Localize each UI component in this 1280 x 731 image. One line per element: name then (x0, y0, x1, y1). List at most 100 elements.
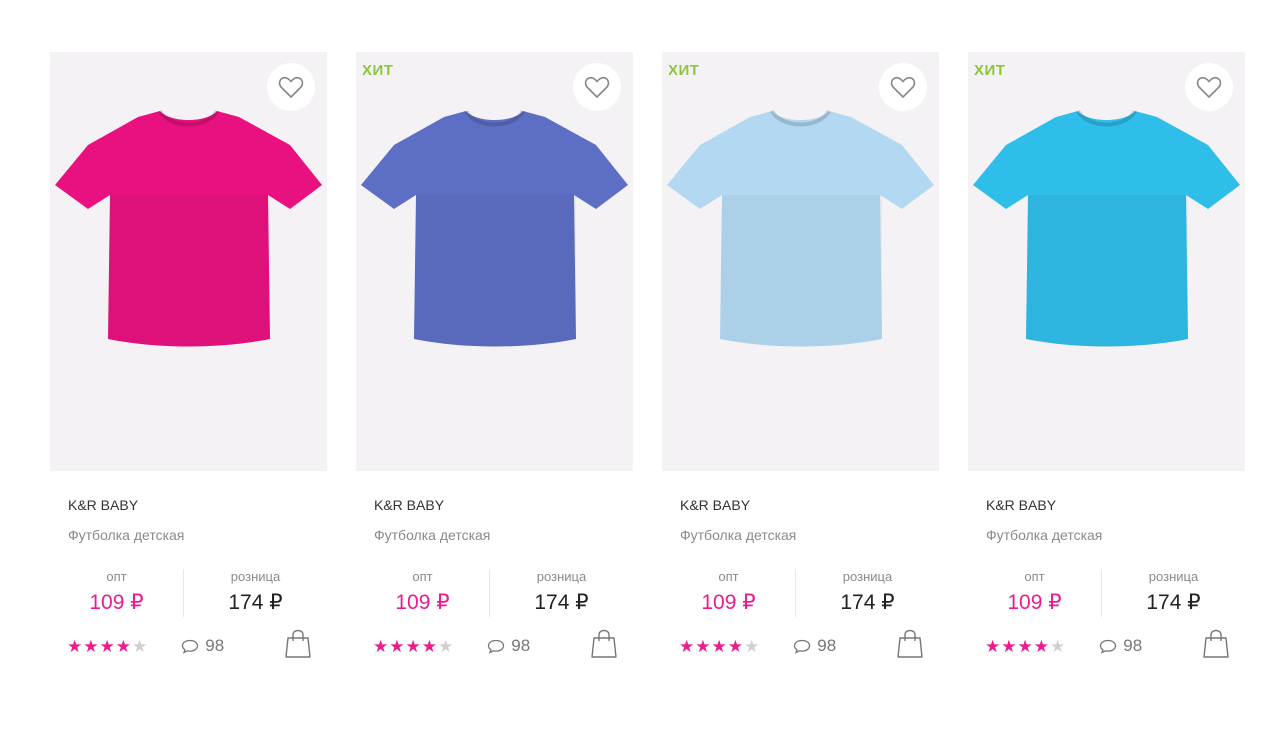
tshirt-image (361, 109, 628, 347)
star-filled-icon: ★ (985, 636, 1001, 656)
product-card[interactable]: ХИТ K&R BABY Футболка детская опт 109 ₽ … (968, 52, 1245, 661)
retail-label: розница (230, 569, 281, 584)
star-filled-icon: ★ (711, 636, 727, 656)
star-filled-icon: ★ (1001, 636, 1017, 656)
speech-bubble-icon (1100, 639, 1117, 654)
star-filled-icon: ★ (99, 636, 115, 656)
product-card[interactable]: K&R BABY Футболка детская опт 109 ₽ розн… (50, 52, 327, 661)
product-image-box[interactable]: ХИТ (356, 52, 633, 471)
product-image-box[interactable]: ХИТ (662, 52, 939, 471)
retail-price: 174 ₽ (840, 591, 895, 614)
tshirt-shade (414, 195, 576, 347)
wholesale-price: 109 ₽ (89, 591, 144, 614)
star-empty-icon: ★ (132, 636, 148, 656)
hit-badge: ХИТ (668, 62, 700, 79)
price-block: опт 109 ₽ розница 174 ₽ (968, 569, 1245, 617)
comments-count: 98 (1123, 636, 1143, 655)
speech-bubble-icon (182, 639, 199, 654)
retail-price-column: розница 174 ₽ (796, 569, 939, 617)
star-filled-icon: ★ (695, 636, 711, 656)
tshirt-shade (720, 195, 882, 347)
star-filled-icon: ★ (1033, 636, 1049, 656)
star-filled-icon: ★ (389, 636, 405, 656)
product-image-box[interactable]: ХИТ (968, 52, 1245, 471)
comments-count: 98 (511, 636, 531, 655)
star-filled-icon: ★ (405, 636, 421, 656)
card-footer: ★ ★ ★ ★ ★ 98 (968, 629, 1245, 664)
product-image-box[interactable] (50, 52, 327, 471)
wholesale-price: 109 ₽ (395, 591, 450, 614)
retail-price: 174 ₽ (534, 591, 589, 614)
heart-icon (278, 76, 304, 98)
shopping-bag-icon (591, 629, 617, 658)
heart-icon (1196, 76, 1222, 98)
retail-price: 174 ₽ (1146, 591, 1201, 614)
card-footer: ★ ★ ★ ★ ★ 98 (356, 629, 633, 664)
add-to-cart-button[interactable] (591, 629, 617, 664)
product-name[interactable]: Футболка детская (374, 527, 633, 543)
star-filled-icon: ★ (1017, 636, 1033, 656)
add-to-cart-button[interactable] (1203, 629, 1229, 664)
favorite-button[interactable] (1185, 63, 1233, 111)
rating-stars: ★ ★ ★ ★ ★ (985, 638, 1065, 655)
card-footer: ★ ★ ★ ★ ★ 98 (662, 629, 939, 664)
favorite-button[interactable] (879, 63, 927, 111)
add-to-cart-button[interactable] (285, 629, 311, 664)
favorite-button[interactable] (573, 63, 621, 111)
comments-count: 98 (817, 636, 837, 655)
star-filled-icon: ★ (727, 636, 743, 656)
comments-link[interactable]: 98 (1099, 636, 1142, 656)
star-filled-icon: ★ (115, 636, 131, 656)
product-brand[interactable]: K&R BABY (986, 497, 1245, 513)
product-name[interactable]: Футболка детская (680, 527, 939, 543)
wholesale-price-column: опт 109 ₽ (662, 569, 796, 617)
product-card[interactable]: ХИТ K&R BABY Футболка детская опт 109 ₽ … (356, 52, 633, 661)
wholesale-label: опт (412, 569, 433, 584)
star-filled-icon: ★ (679, 636, 695, 656)
hit-badge: ХИТ (362, 62, 394, 79)
star-empty-icon: ★ (1050, 636, 1066, 656)
retail-price: 174 ₽ (228, 591, 283, 614)
retail-price-column: розница 174 ₽ (490, 569, 633, 617)
wholesale-label: опт (106, 569, 127, 584)
wholesale-label: опт (718, 569, 739, 584)
retail-label: розница (842, 569, 893, 584)
rating-stars: ★ ★ ★ ★ ★ (373, 638, 453, 655)
speech-bubble-icon (488, 639, 505, 654)
hit-badge: ХИТ (974, 62, 1006, 79)
retail-price-column: розница 174 ₽ (1102, 569, 1245, 617)
price-block: опт 109 ₽ розница 174 ₽ (50, 569, 327, 617)
product-grid: K&R BABY Футболка детская опт 109 ₽ розн… (50, 52, 1245, 661)
shopping-bag-icon (897, 629, 923, 658)
comments-link[interactable]: 98 (793, 636, 836, 656)
retail-price-column: розница 174 ₽ (184, 569, 327, 617)
shopping-bag-icon (285, 629, 311, 658)
heart-icon (890, 76, 916, 98)
star-filled-icon: ★ (373, 636, 389, 656)
heart-icon (584, 76, 610, 98)
wholesale-price: 109 ₽ (701, 591, 756, 614)
product-card[interactable]: ХИТ K&R BABY Футболка детская опт 109 ₽ … (662, 52, 939, 661)
tshirt-shade (108, 195, 270, 347)
product-name[interactable]: Футболка детская (68, 527, 327, 543)
add-to-cart-button[interactable] (897, 629, 923, 664)
wholesale-label: опт (1024, 569, 1045, 584)
comments-link[interactable]: 98 (487, 636, 530, 656)
product-brand[interactable]: K&R BABY (680, 497, 939, 513)
comments-link[interactable]: 98 (181, 636, 224, 656)
rating-stars: ★ ★ ★ ★ ★ (679, 638, 759, 655)
favorite-button[interactable] (267, 63, 315, 111)
speech-bubble-icon (794, 639, 811, 654)
wholesale-price-column: опт 109 ₽ (50, 569, 184, 617)
wholesale-price: 109 ₽ (1007, 591, 1062, 614)
product-brand[interactable]: K&R BABY (68, 497, 327, 513)
star-filled-icon: ★ (421, 636, 437, 656)
tshirt-image (55, 109, 322, 347)
comments-count: 98 (205, 636, 225, 655)
price-block: опт 109 ₽ розница 174 ₽ (662, 569, 939, 617)
retail-label: розница (1148, 569, 1199, 584)
tshirt-image (973, 109, 1240, 347)
product-name[interactable]: Футболка детская (986, 527, 1245, 543)
price-block: опт 109 ₽ розница 174 ₽ (356, 569, 633, 617)
product-brand[interactable]: K&R BABY (374, 497, 633, 513)
